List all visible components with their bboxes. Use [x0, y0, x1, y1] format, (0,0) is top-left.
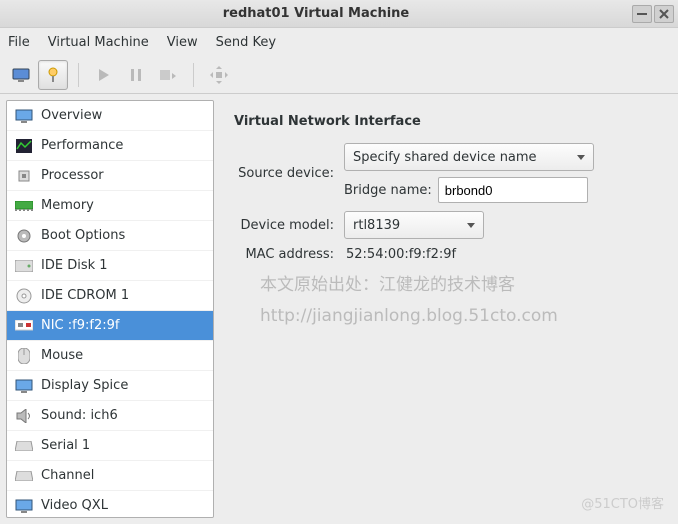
window-buttons: [632, 5, 678, 23]
details-panel: Virtual Network Interface Source device:…: [220, 100, 672, 518]
device-model-label: Device model:: [234, 218, 344, 233]
panel-title: Virtual Network Interface: [234, 114, 658, 129]
window-title: redhat01 Virtual Machine: [0, 6, 632, 21]
menu-file[interactable]: File: [8, 35, 30, 50]
sidebar-item-label: Channel: [41, 468, 94, 483]
source-device-combo[interactable]: Specify shared device name: [344, 143, 594, 171]
sidebar-item-label: IDE Disk 1: [41, 258, 108, 273]
cdrom-icon: [15, 287, 33, 305]
sidebar-item-label: Memory: [41, 198, 94, 213]
sidebar-item-label: IDE CDROM 1: [41, 288, 129, 303]
fullscreen-button[interactable]: [204, 60, 234, 90]
monitor-icon: [15, 107, 33, 125]
sidebar-item-performance[interactable]: Performance: [7, 131, 213, 161]
titlebar: redhat01 Virtual Machine: [0, 0, 678, 28]
source-device-label: Source device:: [234, 166, 344, 181]
memory-icon: [15, 197, 33, 215]
sidebar-item-label: Mouse: [41, 348, 83, 363]
mouse-icon: [15, 347, 33, 365]
run-button[interactable]: [89, 60, 119, 90]
mac-address-label: MAC address:: [234, 247, 344, 262]
watermark-line1: 本文原始出处：江健龙的技术博客: [260, 270, 558, 301]
content-area: Overview Performance Processor Memory Bo…: [0, 94, 678, 524]
toolbar: [0, 56, 678, 94]
menubar: File Virtual Machine View Send Key: [0, 28, 678, 56]
sound-icon: [15, 407, 33, 425]
sidebar-item-mouse[interactable]: Mouse: [7, 341, 213, 371]
sidebar-item-label: Sound: ich6: [41, 408, 118, 423]
sidebar-item-label: NIC :f9:f2:9f: [41, 318, 119, 333]
menu-send-key[interactable]: Send Key: [216, 35, 276, 50]
console-view-button[interactable]: [6, 60, 36, 90]
minimize-button[interactable]: [632, 5, 652, 23]
nic-icon: [15, 317, 33, 335]
source-device-row: Source device: Specify shared device nam…: [234, 143, 658, 203]
bridge-name-input[interactable]: [438, 177, 588, 203]
sidebar-item-processor[interactable]: Processor: [7, 161, 213, 191]
chart-icon: [15, 137, 33, 155]
sidebar-item-label: Performance: [41, 138, 123, 153]
mac-address-value: 52:54:00:f9:f2:9f: [344, 247, 456, 262]
hardware-sidebar: Overview Performance Processor Memory Bo…: [6, 100, 214, 518]
sidebar-item-label: Video QXL: [41, 498, 108, 513]
sidebar-item-label: Boot Options: [41, 228, 125, 243]
device-model-value: rtl8139: [353, 218, 400, 233]
sidebar-item-video-qxl[interactable]: Video QXL: [7, 491, 213, 518]
shutdown-button[interactable]: [153, 60, 183, 90]
video-icon: [15, 497, 33, 515]
toolbar-separator: [193, 63, 194, 87]
menu-view[interactable]: View: [167, 35, 198, 50]
details-view-button[interactable]: [38, 60, 68, 90]
close-button[interactable]: [654, 5, 674, 23]
mac-address-row: MAC address: 52:54:00:f9:f2:9f: [234, 247, 658, 262]
source-device-value: Specify shared device name: [353, 150, 537, 165]
device-model-combo[interactable]: rtl8139: [344, 211, 484, 239]
menu-virtual-machine[interactable]: Virtual Machine: [48, 35, 149, 50]
sidebar-item-label: Serial 1: [41, 438, 90, 453]
sidebar-item-sound[interactable]: Sound: ich6: [7, 401, 213, 431]
channel-icon: [15, 467, 33, 485]
disk-icon: [15, 257, 33, 275]
sidebar-item-label: Overview: [41, 108, 102, 123]
sidebar-item-boot-options[interactable]: Boot Options: [7, 221, 213, 251]
device-model-row: Device model: rtl8139: [234, 211, 658, 239]
toolbar-separator: [78, 63, 79, 87]
sidebar-item-overview[interactable]: Overview: [7, 101, 213, 131]
sidebar-item-display-spice[interactable]: Display Spice: [7, 371, 213, 401]
corner-watermark: @51CTO博客: [581, 493, 664, 512]
pause-button[interactable]: [121, 60, 151, 90]
serial-icon: [15, 437, 33, 455]
watermark-line2: http://jiangjianlong.blog.51cto.com: [260, 301, 558, 332]
cpu-icon: [15, 167, 33, 185]
sidebar-item-serial-1[interactable]: Serial 1: [7, 431, 213, 461]
bridge-name-label: Bridge name:: [344, 183, 432, 198]
sidebar-item-label: Display Spice: [41, 378, 128, 393]
sidebar-item-ide-cdrom-1[interactable]: IDE CDROM 1: [7, 281, 213, 311]
sidebar-item-nic[interactable]: NIC :f9:f2:9f: [7, 311, 213, 341]
sidebar-item-channel[interactable]: Channel: [7, 461, 213, 491]
sidebar-item-label: Processor: [41, 168, 104, 183]
watermark-text: 本文原始出处：江健龙的技术博客 http://jiangjianlong.blo…: [260, 270, 558, 331]
sidebar-item-memory[interactable]: Memory: [7, 191, 213, 221]
gear-icon: [15, 227, 33, 245]
display-icon: [15, 377, 33, 395]
sidebar-item-ide-disk-1[interactable]: IDE Disk 1: [7, 251, 213, 281]
